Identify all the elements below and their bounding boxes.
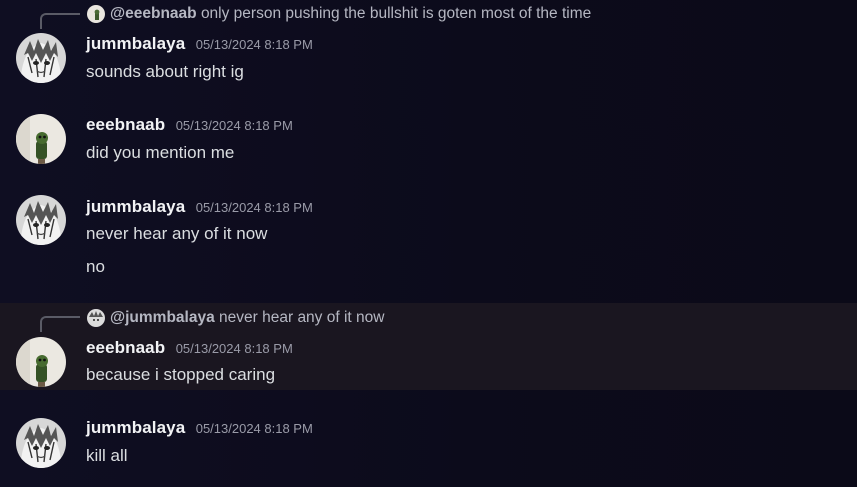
message-group: eeebnaab 05/13/2024 8:18 PM did you ment… [0,100,857,180]
author-name[interactable]: jummbalaya [86,418,185,437]
message-text: because i stopped caring [86,365,276,384]
message-text: sounds about right ig [86,62,244,81]
reply-preview[interactable]: @eeebnaab only person pushing the bullsh… [110,5,591,23]
reply-text: never hear any of it now [219,309,385,326]
reply-text: only person pushing the bullshit is gote… [200,5,592,22]
avatar[interactable] [16,337,66,387]
message-header: eeebnaab 05/13/2024 8:18 PM [86,115,293,135]
message-text: did you mention me [86,143,235,162]
reply-mention[interactable]: @jummbalaya [110,309,215,326]
reply-preview[interactable]: @jummbalaya never hear any of it now [110,309,384,327]
message-text: never hear any of it now [86,224,268,243]
message-timestamp[interactable]: 05/13/2024 8:18 PM [176,118,293,133]
author-name[interactable]: jummbalaya [86,197,185,216]
message-timestamp[interactable]: 05/13/2024 8:18 PM [196,37,313,52]
avatar[interactable] [16,195,66,245]
message-group: @eeebnaab only person pushing the bullsh… [0,0,857,100]
author-name[interactable]: eeebnaab [86,338,165,357]
message-header: jummbalaya 05/13/2024 8:18 PM [86,34,313,54]
avatar[interactable] [16,114,66,164]
message-group: jummbalaya 05/13/2024 8:18 PM kill all [0,400,857,487]
message-group: jummbalaya 05/13/2024 8:18 PM never hear… [0,180,857,303]
avatar[interactable] [16,418,66,468]
reply-connector [40,316,80,332]
message-header: eeebnaab 05/13/2024 8:18 PM [86,338,293,358]
message-timestamp[interactable]: 05/13/2024 8:18 PM [196,200,313,215]
message-group-highlighted: @jummbalaya never hear any of it now eee… [0,303,857,390]
chat-message-list: @eeebnaab only person pushing the bullsh… [0,0,857,487]
message-header: jummbalaya 05/13/2024 8:18 PM [86,197,313,217]
message-header: jummbalaya 05/13/2024 8:18 PM [86,418,313,438]
reply-connector [40,13,80,29]
message-timestamp[interactable]: 05/13/2024 8:18 PM [196,421,313,436]
reply-mention[interactable]: @eeebnaab [110,5,197,22]
author-name[interactable]: jummbalaya [86,34,185,53]
avatar[interactable] [16,33,66,83]
reply-avatar[interactable] [87,5,105,23]
reply-avatar[interactable] [87,309,105,327]
message-text: no [86,257,105,276]
message-timestamp[interactable]: 05/13/2024 8:18 PM [176,341,293,356]
message-text: kill all [86,446,128,465]
author-name[interactable]: eeebnaab [86,115,165,134]
